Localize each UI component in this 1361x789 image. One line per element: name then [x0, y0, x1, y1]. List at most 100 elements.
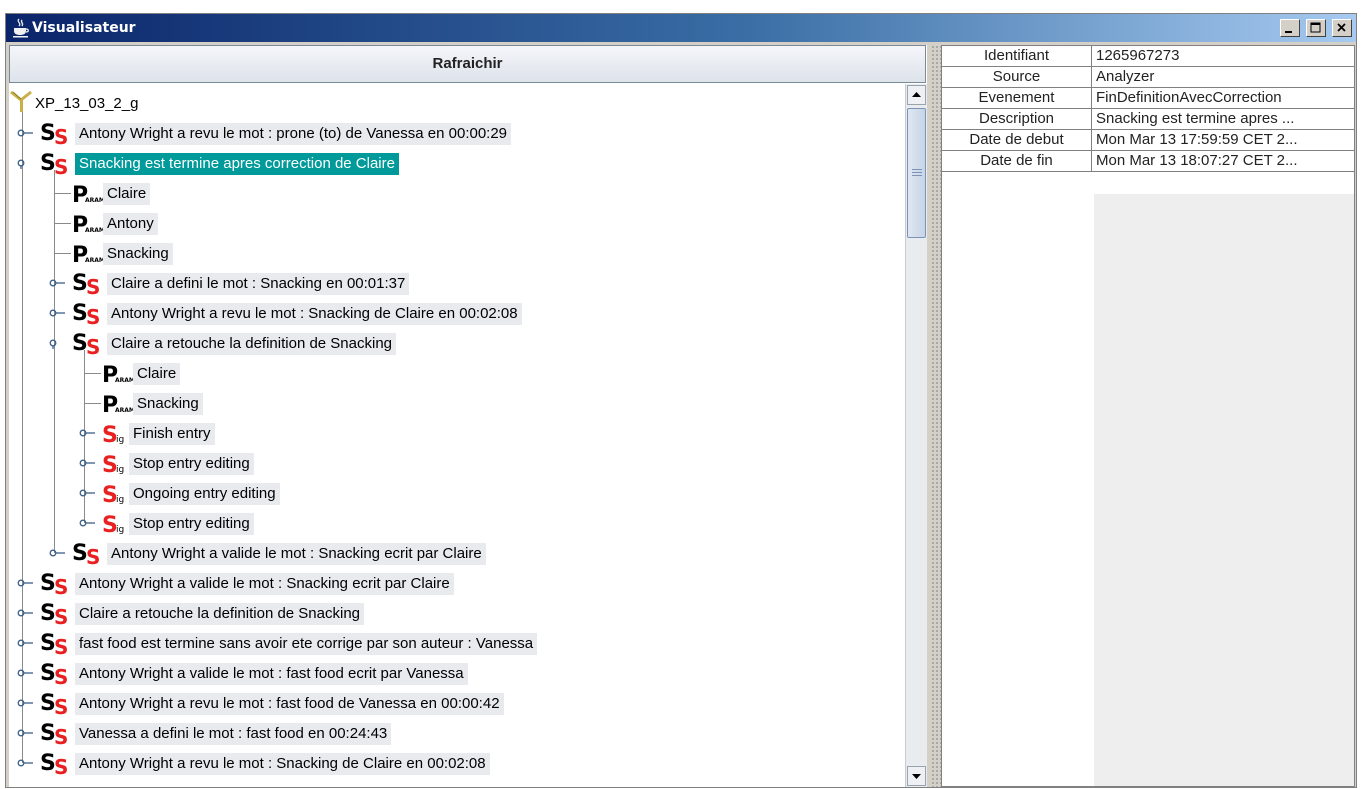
expand-handle-icon[interactable] — [49, 277, 67, 289]
expand-handle-icon[interactable] — [17, 757, 35, 769]
tree-node[interactable]: S S Snacking est termine apres correction … — [9, 148, 904, 179]
expand-handle-icon[interactable] — [17, 127, 35, 139]
tree-node[interactable]: Sig Ongoing entry editing — [9, 478, 904, 508]
param-icon: P ARAM — [101, 361, 135, 389]
param-icon: P ARAM — [71, 241, 105, 269]
scroll-up-button[interactable] — [907, 85, 926, 105]
tree-node-label: Claire a defini le mot : Snacking en 00:… — [107, 273, 410, 295]
close-button[interactable] — [1332, 19, 1352, 37]
tree-node[interactable]: S S Claire a retouche la definition de Sna… — [9, 598, 904, 630]
property-row[interactable]: Date de debut Mon Mar 13 17:59:59 CET 2..… — [942, 130, 1354, 151]
property-row[interactable]: Evenement FinDefinitionAvecCorrection — [942, 88, 1354, 109]
tree-node[interactable]: S S Antony Wright a valide le mot : Snacki… — [9, 538, 904, 569]
param-icon: P ARAM — [71, 181, 105, 209]
property-value[interactable]: Snacking est termine apres ... — [1092, 109, 1354, 130]
signal-icon: Sig — [101, 451, 129, 479]
window-title: Visualisateur — [32, 20, 136, 36]
expand-handle-icon[interactable] — [17, 667, 35, 679]
tree-node[interactable]: P ARAM Snacking — [9, 238, 904, 268]
property-key: Description — [942, 109, 1092, 130]
tree-node[interactable]: S S Antony Wright a valide le mot : Snacki… — [9, 568, 904, 599]
tree-node[interactable]: Sig Stop entry editing — [9, 508, 904, 538]
expand-handle-icon[interactable] — [17, 637, 35, 649]
tree-node[interactable]: S S Claire a defini le mot : Snacking en 0… — [9, 268, 904, 299]
minimize-button[interactable] — [1280, 19, 1301, 37]
property-row[interactable]: Date de fin Mon Mar 13 18:07:27 CET 2... — [942, 151, 1354, 172]
session-event-icon: SS — [39, 630, 75, 660]
expand-handle-icon[interactable] — [79, 487, 97, 499]
session-event-icon: SS — [39, 690, 75, 720]
properties-empty-area — [1094, 194, 1354, 786]
property-row[interactable]: Source Analyzer — [942, 67, 1354, 88]
expand-handle-icon[interactable] — [17, 697, 35, 709]
property-key: Date de fin — [942, 151, 1092, 172]
svg-text:S: S — [54, 725, 68, 746]
signal-icon: Sig — [101, 481, 129, 509]
expand-handle-icon[interactable] — [79, 457, 97, 469]
event-tree[interactable]: XP_13_03_2_g S S Antony Wright a revu le mo… — [9, 84, 904, 787]
property-value[interactable]: Analyzer — [1092, 67, 1354, 88]
tree-node[interactable]: S Sfast food est termine sans avoir ete c… — [9, 628, 904, 660]
tree-node-label: Stop entry editing — [129, 453, 254, 475]
tree-node-label: Antony Wright a valide le mot : fast foo… — [75, 663, 468, 685]
maximize-button[interactable] — [1306, 19, 1327, 37]
tree-node[interactable]: S S Antony Wright a valide le mot : fast f… — [9, 658, 904, 689]
collapse-handle-icon[interactable] — [49, 337, 67, 349]
tree-node[interactable]: P ARAM Claire — [9, 358, 904, 388]
svg-text:ARAM: ARAM — [85, 227, 103, 234]
tree-root-label: XP_13_03_2_g — [35, 95, 139, 112]
signal-icon: Sig — [101, 421, 129, 449]
tree-node-label: Antony Wright a revu le mot : Snacking d… — [107, 303, 522, 325]
session-event-icon: SS — [39, 600, 75, 630]
expand-handle-icon[interactable] — [17, 727, 35, 739]
expand-handle-icon[interactable] — [17, 577, 35, 589]
property-value[interactable]: 1265967273 — [1092, 46, 1354, 67]
tree-node[interactable]: S S Claire a retouche la definition de Sna… — [9, 328, 904, 359]
expand-handle-icon[interactable] — [49, 547, 67, 559]
property-row[interactable]: Description Snacking est termine apres ..… — [942, 109, 1354, 130]
svg-text:S: S — [54, 605, 68, 626]
split-pane-divider[interactable] — [931, 45, 941, 787]
tree-node[interactable]: S S Antony Wright a revu le mot : Snacking… — [9, 748, 904, 779]
expand-handle-icon[interactable] — [79, 517, 97, 529]
expand-handle-icon[interactable] — [49, 307, 67, 319]
svg-text:ARAM: ARAM — [85, 197, 103, 204]
tree-node-label: fast food est termine sans avoir ete cor… — [75, 633, 538, 655]
property-key: Evenement — [942, 88, 1092, 109]
tree-node[interactable]: Sig Stop entry editing — [9, 448, 904, 478]
tree-node-label: Stop entry editing — [129, 513, 254, 535]
tree-node-label: Antony Wright a revu le mot : Snacking d… — [75, 753, 490, 775]
collapse-handle-icon[interactable] — [17, 157, 35, 169]
scroll-down-button[interactable] — [907, 766, 926, 786]
tree-node[interactable]: P ARAM Antony — [9, 208, 904, 238]
refresh-button[interactable]: Rafraichir — [9, 45, 926, 83]
tree-node[interactable]: S S Antony Wright a revu le mot : fast foo… — [9, 688, 904, 720]
svg-text:ARAM: ARAM — [115, 377, 133, 384]
tree-root[interactable]: XP_13_03_2_g — [9, 88, 904, 118]
session-event-icon: SS — [39, 720, 75, 750]
tree-node-label: Ongoing entry editing — [129, 483, 280, 505]
svg-text:ARAM: ARAM — [115, 407, 133, 414]
property-value[interactable]: FinDefinitionAvecCorrection — [1092, 88, 1354, 109]
tree-node[interactable]: Sig Finish entry — [9, 418, 904, 448]
property-value[interactable]: Mon Mar 13 17:59:59 CET 2... — [1092, 130, 1354, 151]
scroll-thumb[interactable] — [907, 108, 926, 238]
tree-node[interactable]: S S Vanessa a defini le mot : fast food en… — [9, 718, 904, 750]
tree-node-label: Snacking — [133, 393, 203, 415]
expand-handle-icon[interactable] — [17, 607, 35, 619]
property-row[interactable]: Identifiant 1265967273 — [942, 46, 1354, 67]
tree-node-label: Finish entry — [129, 423, 215, 445]
tree-node[interactable]: S S Antony Wright a revu le mot : Snacking… — [9, 298, 904, 329]
tree-scrollbar[interactable] — [905, 84, 927, 787]
tree-node-label: Antony Wright a valide le mot : Snacking… — [107, 543, 486, 565]
tree-node[interactable]: P ARAM Snacking — [9, 388, 904, 418]
tree-node-label: Vanessa a defini le mot : fast food en 0… — [75, 723, 392, 745]
tree-node[interactable]: P ARAM Claire — [9, 178, 904, 208]
svg-text:ig: ig — [116, 495, 124, 505]
tree-node-label: Snacking est termine apres correction de… — [75, 153, 399, 175]
expand-handle-icon[interactable] — [79, 427, 97, 439]
tree-node[interactable]: S S Antony Wright a revu le mot : prone (t… — [9, 118, 904, 149]
property-value[interactable]: Mon Mar 13 18:07:27 CET 2... — [1092, 151, 1354, 172]
window-controls — [1279, 19, 1352, 37]
title-bar[interactable]: Visualisateur — [6, 14, 1356, 42]
